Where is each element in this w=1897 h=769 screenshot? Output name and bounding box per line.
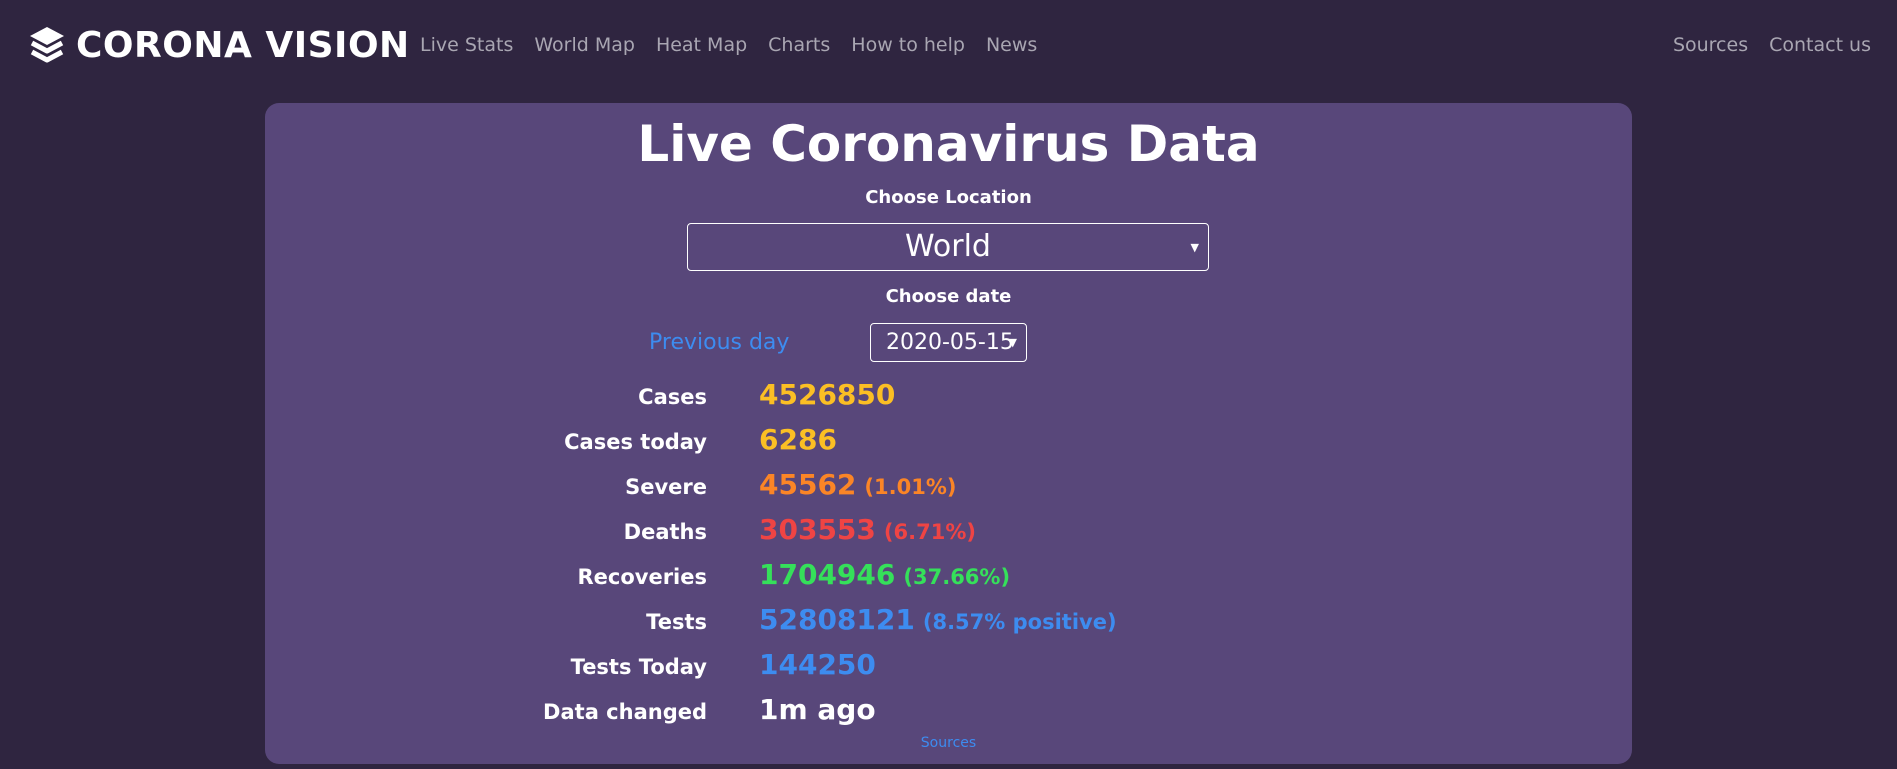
nav-link-how-to-help[interactable]: How to help — [851, 33, 965, 57]
stat-value: 144250 — [759, 648, 876, 681]
brand-home-link[interactable]: CORONA VISION — [28, 24, 410, 68]
stat-row-tests: Tests 52808121 (8.57% positive) — [0, 602, 1897, 638]
brand-name: CORONA VISION — [76, 25, 410, 66]
stat-row-recoveries: Recoveries 1704946 (37.66%) — [0, 557, 1897, 593]
date-select-value: 2020-05-15 — [886, 330, 1014, 355]
stat-row-cases: Cases 4526850 — [0, 377, 1897, 413]
nav-links-right: Sources Contact us — [1673, 33, 1871, 57]
page-title: Live Coronavirus Data — [637, 115, 1260, 173]
triangle-down-icon: ▼ — [1008, 336, 1017, 349]
location-select-value: World — [905, 229, 991, 264]
stat-value-group: 144250 — [759, 647, 876, 683]
stat-value-group: 52808121 (8.57% positive) — [759, 602, 1117, 640]
stat-value: 52808121 — [759, 603, 915, 636]
stat-value: 1m ago — [759, 693, 876, 726]
stat-row-cases-today: Cases today 6286 — [0, 422, 1897, 458]
stat-percentage: (8.57% positive) — [922, 610, 1117, 634]
stat-value-group: 303553 (6.71%) — [759, 512, 976, 550]
stat-row-data-changed: Data changed 1m ago — [0, 692, 1897, 728]
triangle-down-icon: ▼ — [1190, 241, 1199, 254]
stat-label: Data changed — [543, 700, 707, 724]
stat-percentage: (6.71%) — [883, 520, 976, 544]
stat-value-group: 6286 — [759, 422, 837, 458]
nav-links-left: Live Stats World Map Heat Map Charts How… — [420, 33, 1058, 57]
stat-row-tests-today: Tests Today 144250 — [0, 647, 1897, 683]
nav-link-world-map[interactable]: World Map — [534, 33, 635, 57]
stat-row-deaths: Deaths 303553 (6.71%) — [0, 512, 1897, 548]
stat-label: Tests — [646, 610, 707, 634]
stat-value: 1704946 — [759, 558, 896, 591]
nav-link-live-stats[interactable]: Live Stats — [420, 33, 513, 57]
stat-row-severe: Severe 45562 (1.01%) — [0, 467, 1897, 503]
stat-value: 6286 — [759, 423, 837, 456]
stat-value: 45562 — [759, 468, 857, 501]
nav-link-charts[interactable]: Charts — [768, 33, 830, 57]
stat-value: 4526850 — [759, 378, 896, 411]
stat-label: Severe — [625, 475, 707, 499]
location-select[interactable]: World ▼ — [687, 223, 1209, 271]
stat-percentage: (1.01%) — [864, 475, 957, 499]
stat-value: 303553 — [759, 513, 876, 546]
layers-stack-icon — [30, 27, 64, 63]
date-select[interactable]: 2020-05-15 ▼ — [870, 323, 1027, 362]
stat-label: Cases today — [564, 430, 707, 454]
stat-value-group: 45562 (1.01%) — [759, 467, 956, 505]
stat-value-group: 1704946 (37.66%) — [759, 557, 1010, 595]
stat-label: Cases — [638, 385, 707, 409]
sources-link[interactable]: Sources — [0, 734, 1897, 752]
top-navbar: CORONA VISION Live Stats World Map Heat … — [0, 0, 1897, 92]
choose-date-label: Choose date — [885, 286, 1012, 307]
stat-label: Deaths — [623, 520, 707, 544]
previous-day-link[interactable]: Previous day — [649, 329, 789, 357]
nav-link-contact-us[interactable]: Contact us — [1769, 33, 1871, 57]
stat-value-group: 1m ago — [759, 692, 876, 728]
stat-label: Tests Today — [570, 655, 707, 679]
nav-link-sources[interactable]: Sources — [1673, 33, 1748, 57]
stat-percentage: (37.66%) — [903, 565, 1011, 589]
nav-link-heat-map[interactable]: Heat Map — [656, 33, 747, 57]
choose-location-label: Choose Location — [865, 187, 1032, 208]
stat-value-group: 4526850 — [759, 377, 895, 413]
stat-label: Recoveries — [577, 565, 707, 589]
nav-link-news[interactable]: News — [986, 33, 1037, 57]
